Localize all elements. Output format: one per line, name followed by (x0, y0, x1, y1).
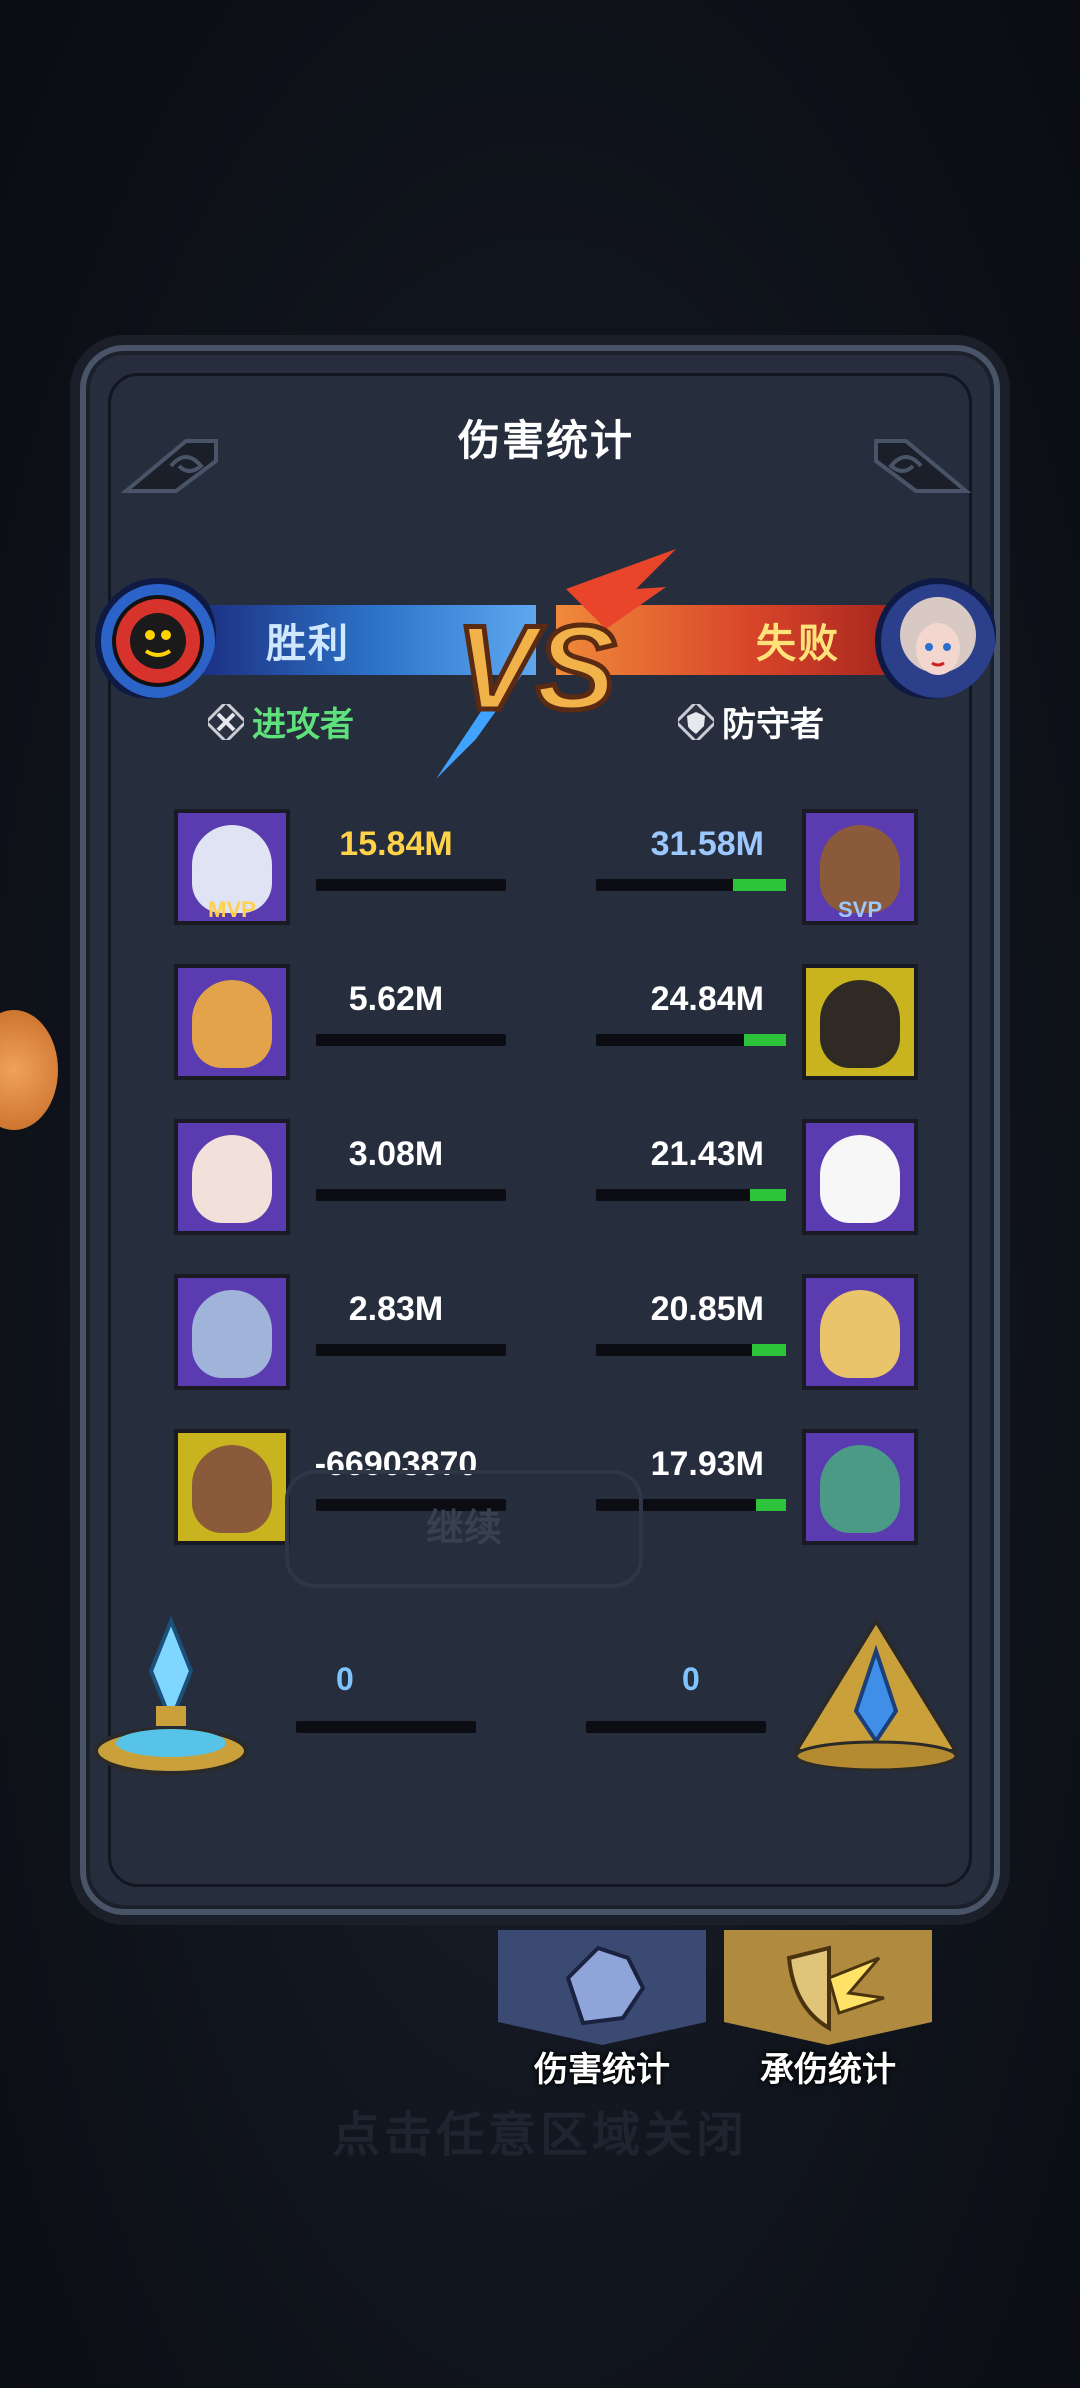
attacker-crystal-icon (94, 1615, 248, 1775)
defender-damage-value: 24.84M (650, 980, 764, 1018)
attacker-damage-value: 3.08M (348, 1135, 444, 1173)
attacker-crystal-bar (296, 1721, 476, 1733)
shield-icon (678, 703, 714, 740)
defender-damage-value: 31.58M (650, 825, 764, 863)
versus-header: 胜利 失败 VS 进攻者 防守者 (86, 549, 1006, 799)
damage-row: 3.08M 21.43M (86, 1119, 1006, 1249)
defender-crystal-icon (792, 1617, 960, 1772)
attacker-damage-value: 5.62M (348, 980, 444, 1018)
hero-face (820, 1135, 900, 1223)
attacker-damage-bar (316, 1034, 506, 1046)
defender-hero-portrait[interactable] (802, 1119, 918, 1235)
defender-crystal-bar (586, 1721, 766, 1733)
defender-damage-bar (596, 879, 786, 891)
vs-text: VS (456, 601, 616, 735)
hero-face (192, 1135, 272, 1223)
attacker-hero-portrait[interactable]: MVP (174, 809, 290, 925)
defender-crystal-value: 0 (682, 1661, 700, 1697)
defender-damage-bar-fill (750, 1189, 786, 1201)
tab-damage-taken-stats[interactable]: 承伤统计 (724, 1930, 932, 2089)
crystal-row: 0 0 (86, 1611, 1006, 1781)
defender-damage-bar-fill (744, 1034, 786, 1046)
hero-face (820, 980, 900, 1068)
hero-face (820, 1290, 900, 1378)
attacker-hero-portrait[interactable] (174, 1119, 290, 1235)
defender-damage-bar-fill (756, 1499, 786, 1511)
tab-damage-stats-label: 伤害统计 (534, 2051, 670, 2089)
hero-face (192, 980, 272, 1068)
crossed-swords-icon (208, 703, 244, 740)
attacker-crystal-value: 0 (336, 1661, 354, 1697)
defender-hero-portrait[interactable] (802, 1274, 918, 1390)
attacker-damage-value: 2.83M (348, 1290, 444, 1328)
hero-face (192, 1445, 272, 1533)
defender-damage-value: 21.43M (650, 1135, 764, 1173)
defender-hero-portrait[interactable]: SVP (802, 809, 918, 925)
svp-badge: SVP (837, 897, 883, 922)
defender-damage-value: 20.85M (650, 1290, 764, 1328)
defender-hero-portrait[interactable] (802, 964, 918, 1080)
attacker-hero-portrait[interactable] (174, 1429, 290, 1545)
attacker-damage-bar (316, 879, 506, 891)
defender-hero-portrait[interactable] (802, 1429, 918, 1545)
defender-role-label: 防守者 (722, 706, 824, 744)
defender-damage-bar (596, 1344, 786, 1356)
defender-damage-bar (596, 1034, 786, 1046)
defender-damage-bar (596, 1189, 786, 1201)
hero-face (820, 1445, 900, 1533)
mvp-badge: MVP (208, 897, 256, 922)
damage-stats-panel: 伤害统计 胜利 失败 VS 进攻者 防守者 MVP 15.84M 31.58M … (80, 345, 1000, 1915)
attacker-avatar[interactable] (86, 569, 216, 699)
defender-result-label: 失败 (756, 622, 840, 666)
fist-icon (565, 1945, 646, 2026)
hero-face (192, 1290, 272, 1378)
damage-row: MVP 15.84M 31.58M SVP (86, 809, 1006, 939)
defender-damage-bar-fill (752, 1344, 786, 1356)
attacker-role-label: 进攻者 (252, 706, 354, 744)
attacker-damage-bar (316, 1344, 506, 1356)
defender-damage-bar-fill (733, 879, 786, 891)
attacker-result-label: 胜利 (266, 622, 350, 666)
attacker-role: 进攻者 (208, 697, 354, 746)
close-hint-background-text: 点击任意区域关闭 (331, 2109, 748, 2162)
broken-shield-icon (786, 1945, 885, 2032)
attacker-hero-portrait[interactable] (174, 964, 290, 1080)
attacker-damage-value: 15.84M (339, 825, 453, 863)
defender-avatar[interactable] (866, 569, 996, 699)
defender-role: 防守者 (678, 697, 824, 746)
attacker-damage-bar (316, 1189, 506, 1201)
tab-damage-stats[interactable]: 伤害统计 (498, 1930, 706, 2089)
continue-button-background: 继续 (285, 1470, 643, 1588)
page-title: 伤害统计 (457, 417, 634, 464)
damage-row: 5.62M 24.84M (86, 964, 1006, 1094)
vs-emblem: VS (436, 549, 676, 779)
attacker-hero-portrait[interactable] (174, 1274, 290, 1390)
damage-row: 2.83M 20.85M (86, 1274, 1006, 1404)
tab-damage-taken-stats-label: 承伤统计 (760, 2051, 896, 2089)
